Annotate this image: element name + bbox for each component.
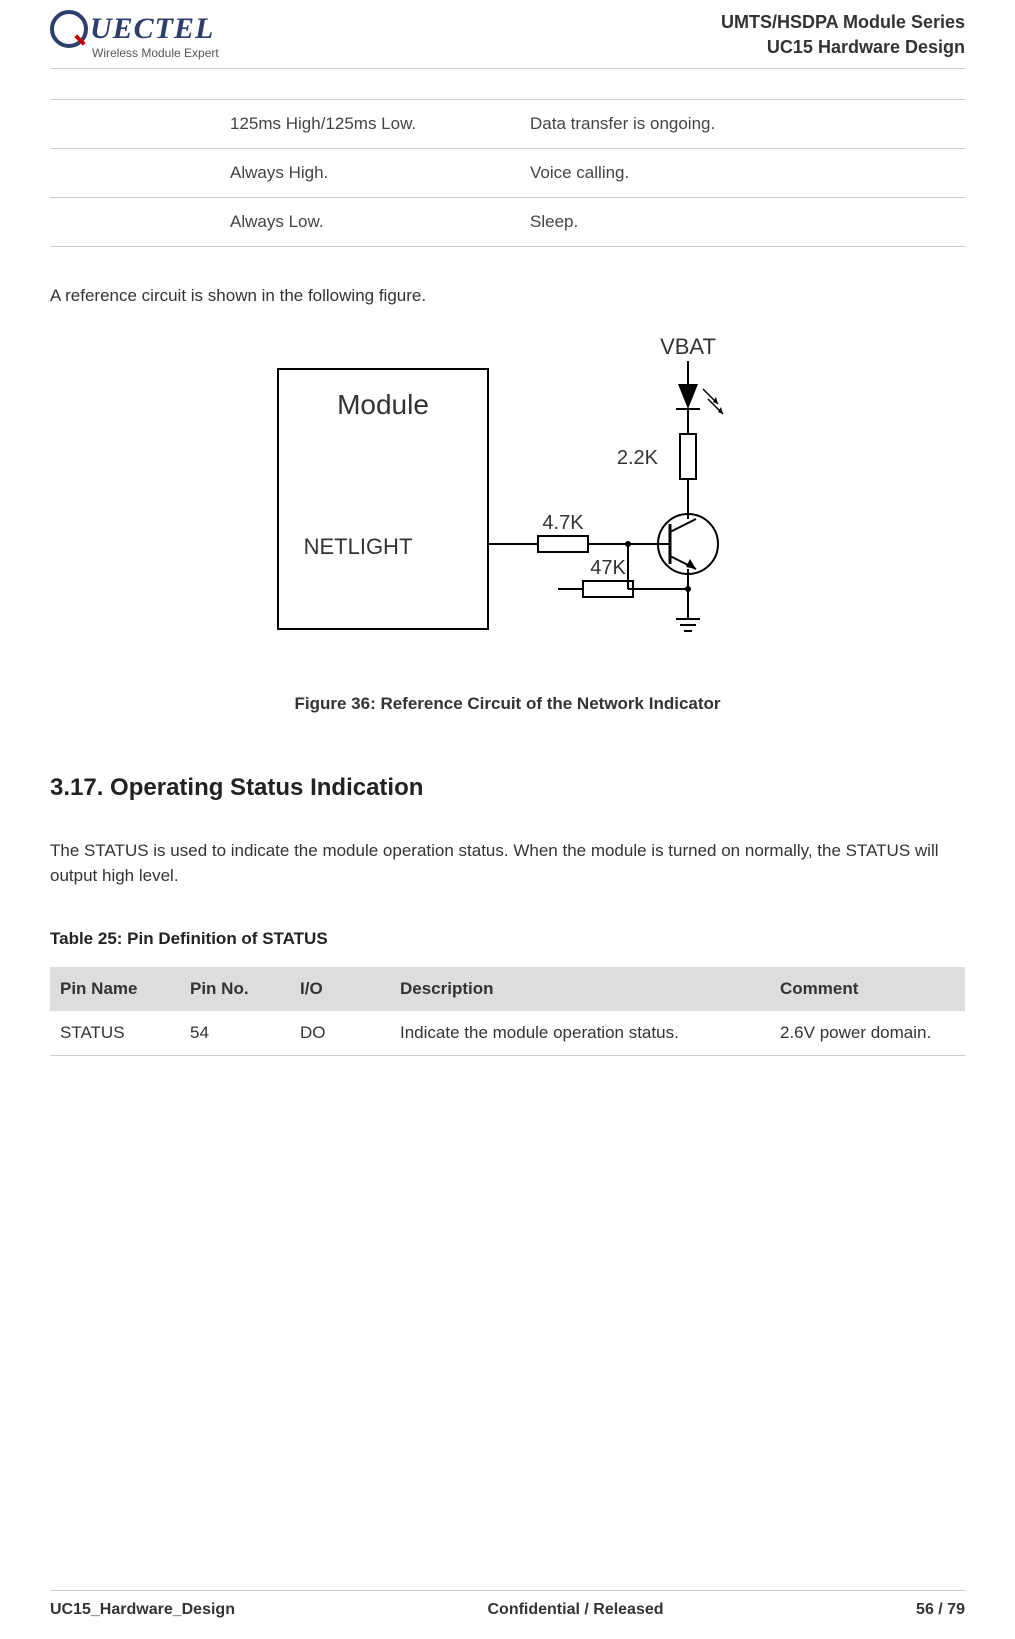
td-comment: 2.6V power domain.	[770, 1011, 965, 1055]
reference-text-span: A reference circuit is shown in the foll…	[50, 286, 426, 305]
resistor-4-7k: 4.7K	[542, 512, 584, 534]
section-heading: 3.17. Operating Status Indication	[50, 774, 965, 802]
logo: UECTEL	[50, 10, 219, 48]
table-cell: 125ms High/125ms Low.	[230, 114, 530, 134]
th-description: Description	[390, 967, 770, 1011]
logo-block: UECTEL Wireless Module Expert	[50, 10, 219, 60]
td-description: Indicate the module operation status.	[390, 1011, 770, 1055]
th-pin-name: Pin Name	[50, 967, 180, 1011]
page-footer: UC15_Hardware_Design Confidential / Rele…	[50, 1590, 965, 1619]
table-header-row: Pin Name Pin No. I/O Description Comment	[50, 967, 965, 1011]
table-cell: Always High.	[230, 163, 530, 183]
header-titles: UMTS/HSDPA Module Series UC15 Hardware D…	[721, 10, 965, 60]
table-title: Table 25: Pin Definition of STATUS	[50, 929, 965, 949]
table-cell-empty	[50, 114, 230, 134]
logo-subtitle: Wireless Module Expert	[92, 46, 219, 60]
td-io: DO	[290, 1011, 390, 1055]
table-cell: Voice calling.	[530, 163, 629, 183]
circuit-diagram: Module NETLIGHT VBAT 2.2K	[248, 329, 768, 659]
resistor-47k: 47K	[590, 557, 626, 579]
td-pin-no: 54	[180, 1011, 290, 1055]
table-cell-empty	[50, 163, 230, 183]
table-cell-empty	[50, 212, 230, 232]
resistor-2-2k: 2.2K	[616, 447, 658, 469]
table-cell: Always Low.	[230, 212, 530, 232]
th-io: I/O	[290, 967, 390, 1011]
footer-center: Confidential / Released	[487, 1601, 663, 1619]
table-row: Always Low. Sleep.	[50, 197, 965, 247]
table-row: STATUS 54 DO Indicate the module operati…	[50, 1011, 965, 1056]
th-comment: Comment	[770, 967, 965, 1011]
td-pin-name: STATUS	[50, 1011, 180, 1055]
th-pin-no: Pin No.	[180, 967, 290, 1011]
pin-definition-table: Pin Name Pin No. I/O Description Comment…	[50, 967, 965, 1056]
footer-left: UC15_Hardware_Design	[50, 1601, 235, 1619]
table-row: 125ms High/125ms Low. Data transfer is o…	[50, 99, 965, 148]
figure-caption: Figure 36: Reference Circuit of the Netw…	[50, 694, 965, 714]
module-label: Module	[337, 389, 429, 420]
table-row: Always High. Voice calling.	[50, 148, 965, 197]
header-line-1: UMTS/HSDPA Module Series	[721, 10, 965, 35]
logo-text: UECTEL	[90, 12, 214, 46]
vbat-label: VBAT	[660, 334, 716, 359]
page-header: UECTEL Wireless Module Expert UMTS/HSDPA…	[50, 0, 965, 69]
table-cell: Data transfer is ongoing.	[530, 114, 715, 134]
reference-text: A reference circuit is shown in the foll…	[50, 283, 965, 309]
status-table: 125ms High/125ms Low. Data transfer is o…	[50, 99, 965, 247]
netlight-label: NETLIGHT	[303, 534, 412, 559]
section-body: The STATUS is used to indicate the modul…	[50, 838, 965, 889]
header-line-2: UC15 Hardware Design	[721, 35, 965, 60]
footer-right: 56 / 79	[916, 1601, 965, 1619]
logo-q-icon	[50, 10, 88, 48]
table-cell: Sleep.	[530, 212, 578, 232]
figure-wrap: Module NETLIGHT VBAT 2.2K	[50, 329, 965, 664]
